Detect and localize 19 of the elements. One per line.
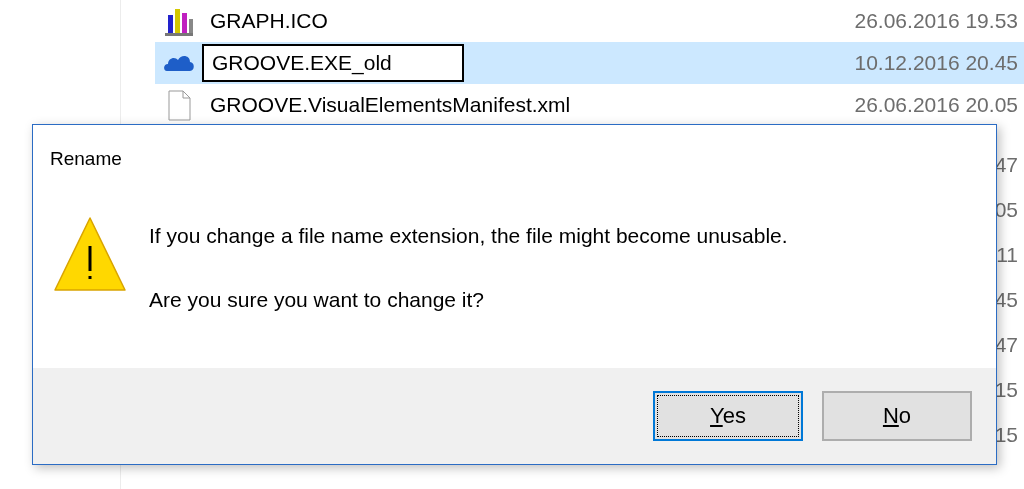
modified-date: 26.06.2016 19.53 xyxy=(854,9,1018,33)
modified-date: 26.06.2016 20.05 xyxy=(854,93,1018,117)
modified-date: 45 xyxy=(994,287,1018,312)
modified-date: 47 xyxy=(994,332,1018,357)
confirmation-question: Are you sure you want to change it? xyxy=(149,288,486,312)
file-name: GROOVE.VisualElementsManifest.xml xyxy=(210,93,571,117)
dialog-button[interactable]: No xyxy=(822,391,972,441)
dialog-title: Rename xyxy=(49,147,123,171)
modified-date: 15 xyxy=(994,422,1018,447)
warning-icon xyxy=(53,216,127,292)
modified-date: 47 xyxy=(994,152,1018,177)
file-name: GRAPH.ICO xyxy=(210,9,328,33)
modified-date: 15 xyxy=(994,377,1018,402)
rename-field[interactable]: GROOVE.EXE_old xyxy=(202,44,464,82)
modified-date: 10.12.2016 20.45 xyxy=(854,51,1018,75)
selected-row[interactable]: GROOVE.EXE_old 10.12.2016 20.45 xyxy=(155,42,1024,84)
modified-date: 11 xyxy=(996,242,1018,267)
warning-message: If you change a file name extension, the file might become unusable. xyxy=(149,224,788,248)
dialog-button[interactable]: Yes xyxy=(653,391,803,441)
